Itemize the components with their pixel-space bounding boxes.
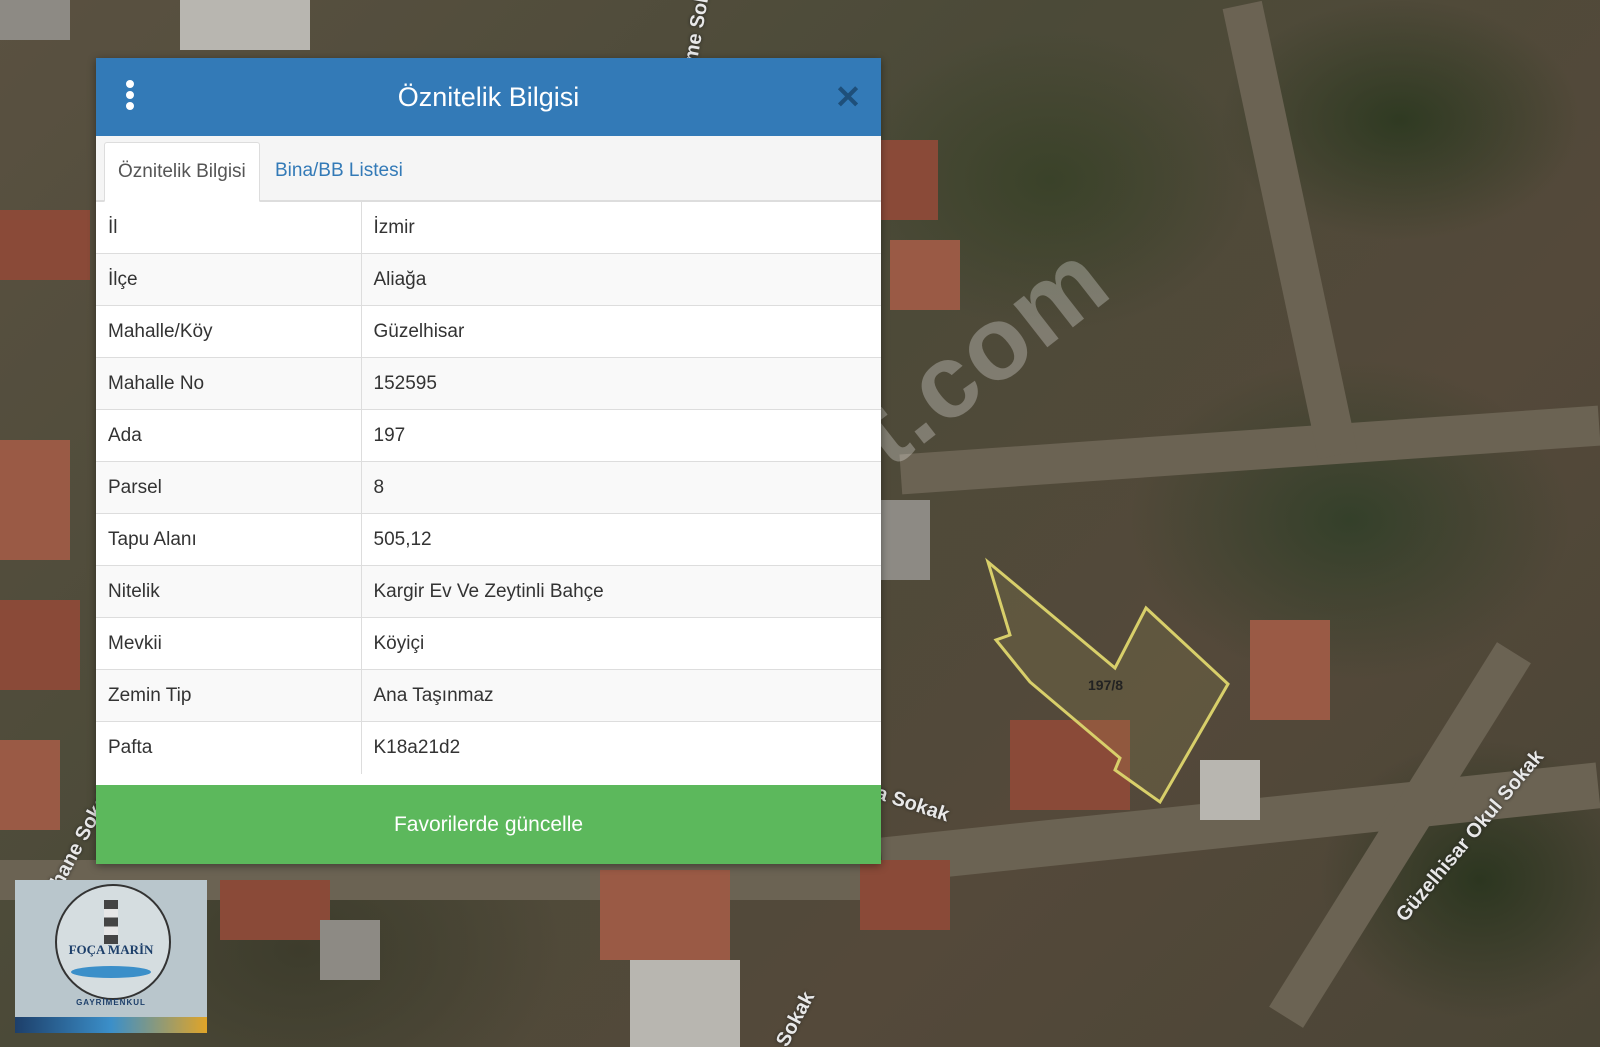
table-row: Nitelik Kargir Ev Ve Zeytinli Bahçe	[96, 565, 881, 618]
attr-key: İlçe	[96, 253, 362, 306]
attr-value: İzmir	[361, 201, 881, 254]
attr-value: 197	[361, 409, 881, 462]
dialog-header: Öznitelik Bilgisi ✕	[96, 58, 881, 136]
attr-value: Aliağa	[361, 253, 881, 306]
table-row: Mahalle No 152595	[96, 357, 881, 410]
attr-value: Güzelhisar	[361, 305, 881, 358]
attr-value: 152595	[361, 357, 881, 410]
table-row: Zemin Tip Ana Taşınmaz	[96, 669, 881, 722]
tab-building-list[interactable]: Bina/BB Listesi	[262, 142, 416, 200]
table-row: Parsel 8	[96, 461, 881, 514]
attr-key: İl	[96, 201, 362, 254]
table-row: İl İzmir	[96, 201, 881, 254]
attr-key: Nitelik	[96, 565, 362, 618]
lighthouse-icon	[104, 900, 118, 944]
dialog-title: Öznitelik Bilgisi	[397, 82, 580, 112]
table-row: Pafta K18a21d2	[96, 721, 881, 774]
attr-key: Mahalle/Köy	[96, 305, 362, 358]
table-row: Mahalle/Köy Güzelhisar	[96, 305, 881, 358]
close-icon[interactable]: ✕	[831, 80, 865, 114]
tab-bar: Öznitelik Bilgisi Bina/BB Listesi	[96, 136, 881, 202]
attr-value: K18a21d2	[361, 721, 881, 774]
table-row: İlçe Aliağa	[96, 253, 881, 306]
attr-key: Tapu Alanı	[96, 513, 362, 566]
attr-key: Pafta	[96, 721, 362, 774]
attr-key: Zemin Tip	[96, 669, 362, 722]
table-row: Mevkii Köyiçi	[96, 617, 881, 670]
attr-value: 8	[361, 461, 881, 514]
table-row: Ada 197	[96, 409, 881, 462]
tab-attribute-info[interactable]: Öznitelik Bilgisi	[104, 142, 260, 202]
attr-value: Kargir Ev Ve Zeytinli Bahçe	[361, 565, 881, 618]
attr-value: 505,12	[361, 513, 881, 566]
attr-value: Köyiçi	[361, 617, 881, 670]
attr-value: Ana Taşınmaz	[361, 669, 881, 722]
table-row: Tapu Alanı 505,12	[96, 513, 881, 566]
attribute-info-dialog: Öznitelik Bilgisi ✕ Öznitelik Bilgisi Bi…	[96, 58, 881, 864]
attr-key: Mahalle No	[96, 357, 362, 410]
attribute-table: İl İzmir İlçe Aliağa Mahalle/Köy Güzelhisar…	[96, 201, 881, 774]
update-favorites-button[interactable]: Favorilerde güncelle	[96, 785, 881, 864]
wave-icon	[71, 966, 151, 978]
parcel-label: 197/8	[1088, 677, 1123, 693]
attr-key: Ada	[96, 409, 362, 462]
logo-subtitle: GAYRİMENKUL	[76, 998, 146, 1007]
attr-key: Parsel	[96, 461, 362, 514]
company-logo: FOÇA MARİN GAYRİMENKUL	[15, 880, 207, 1033]
logo-name: FOÇA MARİN	[68, 942, 154, 957]
attr-key: Mevkii	[96, 617, 362, 670]
